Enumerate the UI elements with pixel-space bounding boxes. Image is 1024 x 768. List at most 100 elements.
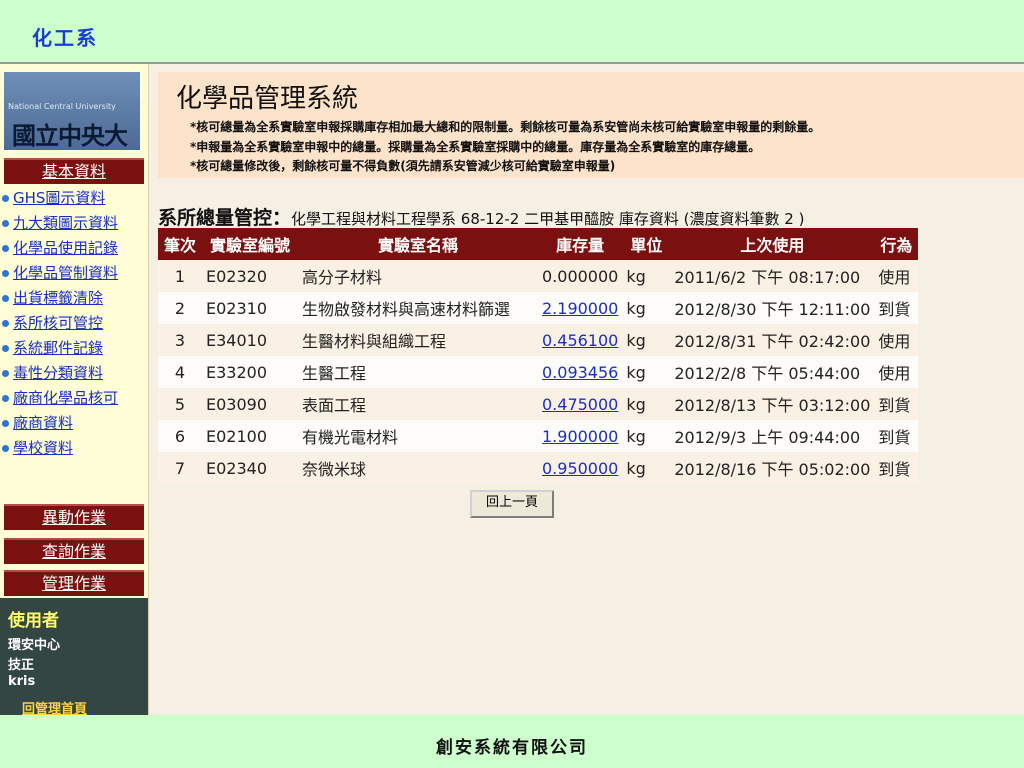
sidebar-item-label-clear[interactable]: 出貨標籤清除 (2, 286, 118, 311)
qty-link[interactable]: 0.950000 (538, 452, 623, 484)
cell-last-used: 2012/8/13 下午 03:12:00 (670, 388, 875, 420)
main-header: 化學品管理系統 *核可總量為全系實驗室申報採購庫存相加最大總和的限制量。剩餘核可… (158, 72, 1024, 178)
cell-last-used: 2012/2/8 下午 05:44:00 (670, 356, 875, 388)
sidebar-section-admin[interactable]: 管理作業 (4, 570, 144, 596)
bullet-icon (2, 395, 9, 402)
qty-link[interactable]: 1.900000 (538, 420, 623, 452)
sidebar-item-nine-classes[interactable]: 九大類圖示資料 (2, 211, 118, 236)
sidebar: National Central University 國立中央大學 基本資料 … (0, 64, 149, 717)
sidebar-section-query[interactable]: 查詢作業 (4, 538, 144, 564)
col-header-lab-name: 實驗室名稱 (298, 228, 538, 260)
logo-english-text: National Central University (8, 102, 116, 111)
cell-lab-name: 生醫工程 (298, 356, 538, 388)
sidebar-item-label: 廠商化學品核可 (13, 389, 119, 407)
sidebar-item-mail-records[interactable]: 系統郵件記錄 (2, 336, 118, 361)
cell-lab-id: E02100 (202, 420, 298, 452)
note-line: *核可總量修改後，剩餘核可量不得負數(須先請系安管減少核可給實驗室申報量) (190, 159, 616, 173)
sidebar-item-toxic-class[interactable]: 毒性分類資料 (2, 361, 118, 386)
bullet-icon (2, 295, 9, 302)
sidebar-item-usage-records[interactable]: 化學品使用記錄 (2, 236, 118, 261)
back-button[interactable]: 回上一頁 (470, 490, 554, 518)
cell-last-used: 2012/8/31 下午 02:42:00 (670, 324, 875, 356)
subtitle-lead: 系所總量管控： (158, 207, 292, 229)
sidebar-menu: GHS圖示資料 九大類圖示資料 化學品使用記錄 化學品管制資料 出貨標籤清除 系… (2, 186, 118, 461)
bullet-icon (2, 345, 9, 352)
bullet-icon (2, 245, 9, 252)
cell-action: 使用 (874, 324, 919, 356)
sidebar-item-ghs[interactable]: GHS圖示資料 (2, 186, 118, 211)
qty-link[interactable]: 2.190000 (538, 292, 623, 324)
cell-lab-id: E02340 (202, 452, 298, 484)
cell-unit: kg (622, 420, 671, 452)
cell-no: 5 (158, 388, 202, 420)
cell-unit: kg (622, 388, 671, 420)
cell-last-used: 2012/9/3 上午 09:44:00 (670, 420, 875, 452)
university-logo: National Central University 國立中央大學 (4, 72, 140, 150)
user-role: 技正 (8, 658, 35, 673)
cell-unit: kg (622, 356, 671, 388)
col-header-unit: 單位 (622, 228, 671, 260)
sidebar-item-label: 九大類圖示資料 (13, 214, 119, 232)
col-header-no: 筆次 (158, 228, 202, 260)
sidebar-item-label: 毒性分類資料 (13, 364, 104, 382)
cell-lab-id: E03090 (202, 388, 298, 420)
sidebar-section-basic[interactable]: 基本資料 (4, 158, 144, 184)
bullet-icon (2, 420, 9, 427)
bullet-icon (2, 445, 9, 452)
sidebar-item-label: 學校資料 (13, 439, 74, 457)
sidebar-item-label: 化學品管制資料 (13, 264, 119, 282)
table-header-row: 筆次 實驗室編號 實驗室名稱 庫存量 單位 上次使用 行為 (158, 228, 919, 260)
note-line: *申報量為全系實驗室申報中的總量。採購量為全系實驗室採購中的總量。庫存量為全系實… (190, 140, 761, 154)
cell-lab-id: E33200 (202, 356, 298, 388)
cell-unit: kg (622, 292, 671, 324)
sidebar-item-label: 化學品使用記錄 (13, 239, 119, 257)
cell-no: 6 (158, 420, 202, 452)
cell-lab-name: 有機光電材料 (298, 420, 538, 452)
cell-lab-name: 奈微米球 (298, 452, 538, 484)
sidebar-item-label: 廠商資料 (13, 414, 74, 432)
bullet-icon (2, 195, 9, 202)
bullet-icon (2, 270, 9, 277)
cell-lab-name: 表面工程 (298, 388, 538, 420)
col-header-qty: 庫存量 (538, 228, 623, 260)
cell-lab-id: E02320 (202, 260, 298, 292)
sidebar-item-vendor-approval[interactable]: 廠商化學品核可 (2, 386, 118, 411)
sidebar-item-dept-approval[interactable]: 系所核可管控 (2, 311, 118, 336)
col-header-last-used: 上次使用 (670, 228, 875, 260)
user-unit: 環安中心 (8, 638, 61, 653)
sidebar-section-change[interactable]: 異動作業 (4, 504, 144, 530)
cell-lab-name: 高分子材料 (298, 260, 538, 292)
table-row: 7 E02340 奈微米球 0.950000 kg 2012/8/16 下午 0… (158, 452, 919, 484)
logo-chinese-text: 國立中央大學 (12, 121, 128, 150)
sidebar-item-label: 系統郵件記錄 (13, 339, 104, 357)
table-row: 2 E02310 生物啟發材料與高速材料篩選 2.190000 kg 2012/… (158, 292, 919, 324)
cell-unit: kg (622, 324, 671, 356)
top-bar: 化工系 (0, 0, 1024, 62)
cell-action: 到貨 (874, 420, 919, 452)
table-row: 6 E02100 有機光電材料 1.900000 kg 2012/9/3 上午 … (158, 420, 919, 452)
cell-qty: 0.000000 (538, 260, 623, 292)
cell-no: 3 (158, 324, 202, 356)
inventory-subtitle: 系所總量管控：化學工程與材料工程學系 68-12-2 二甲基甲醯胺 庫存資料 (… (158, 203, 804, 230)
col-header-action: 行為 (874, 228, 919, 260)
cell-no: 4 (158, 356, 202, 388)
qty-link[interactable]: 0.456100 (538, 324, 623, 356)
qty-link[interactable]: 0.475000 (538, 388, 623, 420)
cell-action: 到貨 (874, 388, 919, 420)
bullet-icon (2, 320, 9, 327)
table-row: 4 E33200 生醫工程 0.093456 kg 2012/2/8 下午 05… (158, 356, 919, 388)
footer-company: 創安系統有限公司 (436, 738, 588, 758)
sidebar-item-school-data[interactable]: 學校資料 (2, 436, 118, 461)
user-heading: 使用者 (8, 611, 59, 631)
sidebar-item-label: 系所核可管控 (13, 314, 104, 332)
table-row: 5 E03090 表面工程 0.475000 kg 2012/8/13 下午 0… (158, 388, 919, 420)
sidebar-item-control-data[interactable]: 化學品管制資料 (2, 261, 118, 286)
sidebar-item-vendor-data[interactable]: 廠商資料 (2, 411, 118, 436)
subtitle-detail: 化學工程與材料工程學系 68-12-2 二甲基甲醯胺 庫存資料 (濃度資料筆數 … (291, 210, 805, 228)
bullet-icon (2, 220, 9, 227)
page-title: 化學品管理系統 (176, 84, 359, 114)
table-row: 3 E34010 生醫材料與組織工程 0.456100 kg 2012/8/31… (158, 324, 919, 356)
qty-link[interactable]: 0.093456 (538, 356, 623, 388)
user-name: kris (8, 674, 36, 689)
cell-last-used: 2012/8/30 下午 12:11:00 (670, 292, 875, 324)
